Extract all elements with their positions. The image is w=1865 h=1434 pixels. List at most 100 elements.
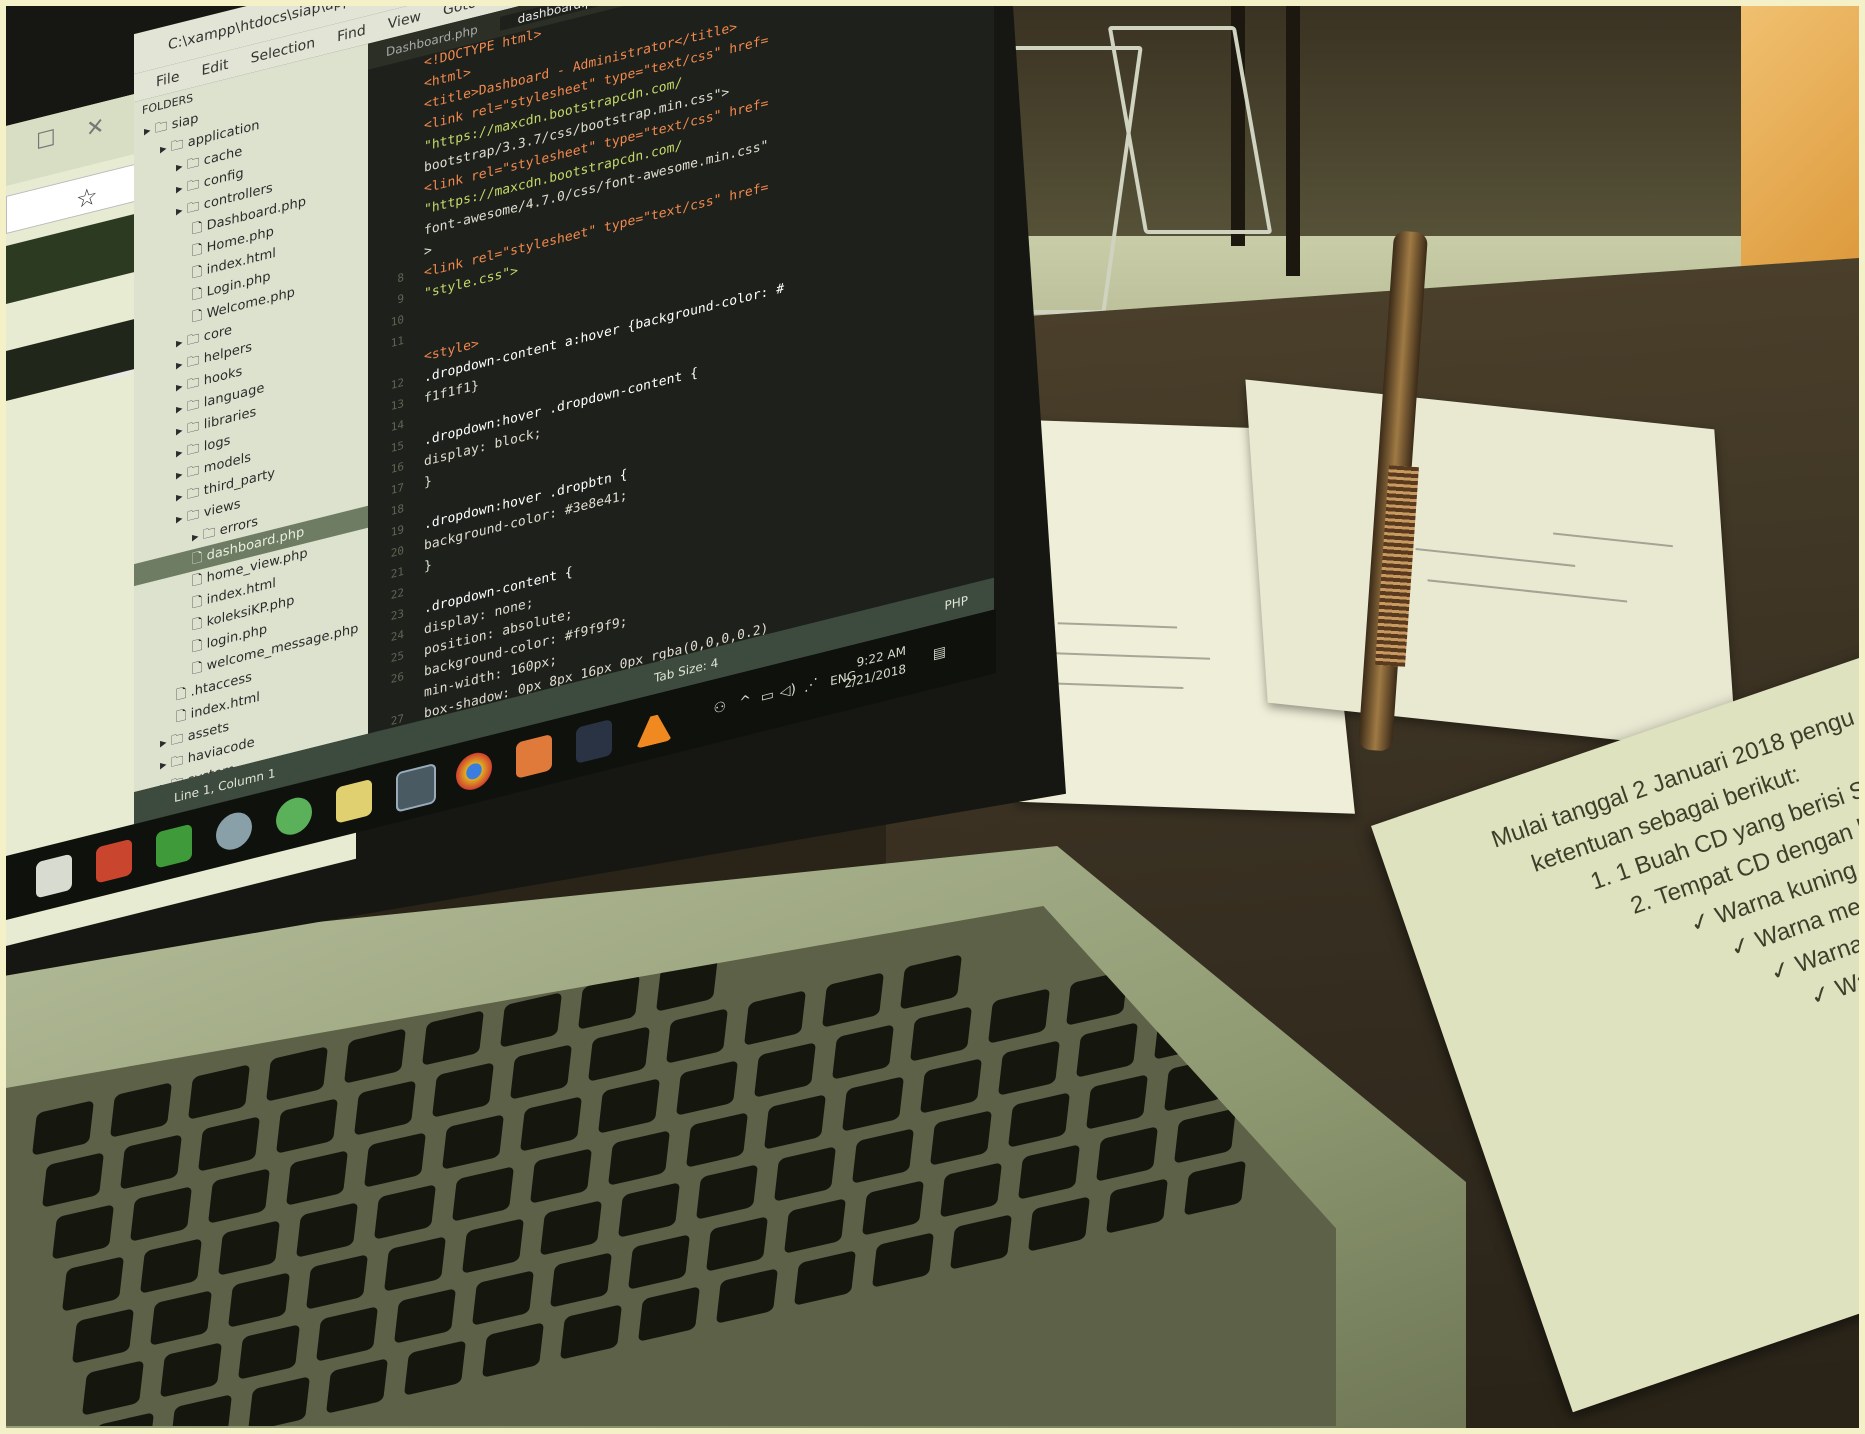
keyboard-key <box>91 1412 155 1426</box>
keyboard-key <box>461 1218 525 1274</box>
volume-icon[interactable]: ◁) <box>780 681 796 701</box>
keyboard-key <box>383 1236 447 1292</box>
keyboard-key <box>821 972 885 1028</box>
terminal-icon[interactable] <box>576 718 612 764</box>
keyboard-key <box>743 990 807 1046</box>
keyboard-key <box>587 1026 651 1082</box>
file-icon: 🗋 <box>192 306 207 326</box>
keyboard-key <box>909 1006 973 1062</box>
keyboard-key <box>1075 1022 1139 1078</box>
powerpoint-icon[interactable] <box>96 838 132 884</box>
sticky-notes-icon[interactable] <box>336 778 372 824</box>
keyboard-key <box>773 1146 837 1202</box>
keyboard-key <box>363 1132 427 1188</box>
menu-item[interactable]: File <box>156 69 179 91</box>
keyboard-key <box>783 1198 847 1254</box>
file-icon: 🗋 <box>192 614 207 634</box>
keyboard-key <box>1105 1178 1169 1234</box>
wifi-icon[interactable]: ⋰ <box>804 676 818 695</box>
tree-item-label: siap <box>171 111 199 133</box>
menu-item[interactable]: Edit <box>201 57 228 80</box>
folder-icon: ▸ 🗀 <box>176 461 204 484</box>
keyboard-key <box>519 1096 583 1152</box>
keyboard-key <box>227 1272 291 1328</box>
keyboard-key <box>315 1306 379 1362</box>
bookmark-star-icon[interactable]: ☆ <box>76 181 98 214</box>
maximize-icon[interactable]: ☐ <box>36 126 56 156</box>
folder-icon: ▸ 🗀 <box>176 395 204 418</box>
keyboard-key <box>675 1060 739 1116</box>
keyboard-key <box>559 1304 623 1360</box>
people-icon[interactable]: ⚇ <box>713 698 726 717</box>
keyboard-key <box>1173 1108 1237 1164</box>
table-leg <box>1286 6 1300 276</box>
keyboard-key <box>403 1340 467 1396</box>
file-icon: 🗋 <box>192 218 207 238</box>
keyboard-key <box>51 1204 115 1260</box>
keyboard-key <box>353 1080 417 1136</box>
keyboard-key <box>275 1098 339 1154</box>
battery-icon[interactable]: ▭ <box>761 687 774 706</box>
file-icon: 🗋 <box>176 684 191 704</box>
sublime-taskbar-icon[interactable] <box>396 762 436 813</box>
file-icon: 🗋 <box>176 706 191 726</box>
keyboard-key <box>753 1042 817 1098</box>
close-icon[interactable]: ✕ <box>86 113 104 143</box>
notebook-right-page <box>1245 379 1737 753</box>
keyboard-key <box>149 1290 213 1346</box>
keyboard-key <box>41 1152 105 1208</box>
keyboard-key <box>539 1200 603 1256</box>
folder-icon: ▸ 🗀 <box>176 351 204 374</box>
file-icon: 🗋 <box>192 658 207 678</box>
keyboard-key <box>471 1270 535 1326</box>
mail-icon[interactable] <box>36 853 72 899</box>
keyboard-key <box>861 1180 925 1236</box>
sheets-icon[interactable] <box>156 823 192 869</box>
keyboard-key <box>61 1256 125 1312</box>
folder-icon: ▸ 🗀 <box>176 439 204 462</box>
keyboard-key <box>597 1078 661 1134</box>
keyboard-key <box>207 1168 271 1224</box>
keyboard-key <box>949 1214 1013 1270</box>
keyboard-key <box>509 1044 573 1100</box>
chevron-up-icon[interactable]: ^ <box>739 692 751 711</box>
keyboard-key <box>1095 1126 1159 1182</box>
xampp-icon[interactable] <box>516 733 552 779</box>
notifications-icon[interactable]: ▤ <box>933 644 946 663</box>
folder-icon: ▸ 🗀 <box>176 153 204 176</box>
keyboard-key <box>129 1186 193 1242</box>
chrome-icon[interactable] <box>456 748 492 794</box>
keyboard-key <box>997 1040 1061 1096</box>
chat-icon[interactable] <box>276 793 312 839</box>
keyboard-key <box>899 954 963 1010</box>
keyboard-key <box>481 1322 545 1378</box>
keyboard-key <box>305 1254 369 1310</box>
keyboard-key <box>421 1010 485 1066</box>
tree-item-label: core <box>203 322 232 345</box>
app-icon[interactable] <box>216 808 252 854</box>
folder-icon: ▸ 🗀 <box>176 483 204 506</box>
keyboard-key <box>325 1358 389 1414</box>
file-icon: 🗋 <box>192 592 207 612</box>
vlc-icon[interactable] <box>636 704 672 749</box>
folder-icon: ▸ 🗀 <box>160 135 188 158</box>
folder-icon: ▸ 🗀 <box>176 175 204 198</box>
menu-item[interactable]: View <box>388 9 421 33</box>
keyboard-key <box>793 1250 857 1306</box>
folder-icon: ▸ 🗀 <box>144 117 172 140</box>
clock[interactable]: 9:22 AM 2/21/2018 <box>844 642 906 693</box>
keyboard-key <box>451 1166 515 1222</box>
keyboard-key <box>441 1114 505 1170</box>
menu-item[interactable]: Find <box>337 22 366 45</box>
keyboard-key <box>343 1028 407 1084</box>
folder-icon: ▸ 🗀 <box>160 729 188 752</box>
keyboard-key <box>139 1238 203 1294</box>
file-icon: 🗋 <box>192 570 207 590</box>
keyboard-key <box>81 1360 145 1416</box>
keyboard-key <box>705 1216 769 1272</box>
keyboard-key <box>295 1202 359 1258</box>
folder-icon: ▸ 🗀 <box>176 197 204 220</box>
keyboard-key <box>217 1220 281 1276</box>
keyboard-key <box>373 1184 437 1240</box>
keyboard-key <box>159 1342 223 1398</box>
